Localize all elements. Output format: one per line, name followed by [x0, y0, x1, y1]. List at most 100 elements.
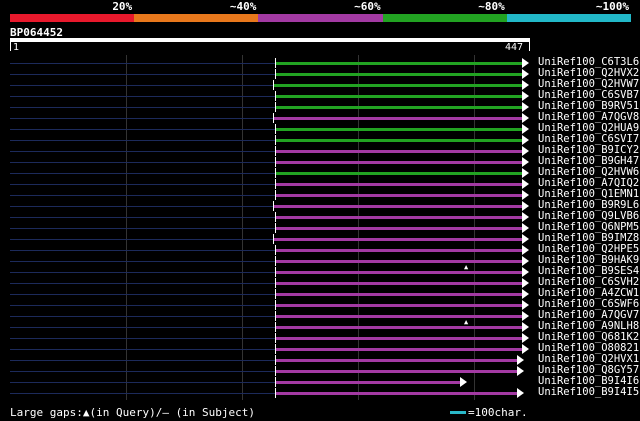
hit-bar[interactable]	[275, 139, 523, 142]
scale-bar	[450, 411, 466, 414]
unaligned-region	[10, 239, 273, 240]
legend-swatch	[382, 14, 507, 22]
legend-label: ~60%	[354, 0, 381, 13]
hit-label[interactable]: UniRef100_B9I4I5	[538, 386, 639, 398]
hit-bar[interactable]	[275, 359, 518, 362]
gaps-legend: Large gaps:▲(in Query)/— (in Subject)	[10, 406, 256, 419]
hit-bar[interactable]	[275, 370, 518, 373]
hit-bar[interactable]	[273, 238, 523, 241]
hit-end-arrow-icon	[522, 102, 529, 112]
identity-legend-bar	[10, 14, 632, 22]
scale-label: =100char.	[468, 406, 528, 419]
hit-end-arrow-icon	[522, 113, 529, 123]
hit-end-arrow-icon	[522, 267, 529, 277]
legend-label: 20%	[112, 0, 133, 13]
unaligned-region	[10, 206, 273, 207]
hit-bar[interactable]	[275, 337, 523, 340]
hit-bar[interactable]	[273, 117, 523, 120]
hit-bar[interactable]	[275, 150, 523, 153]
query-gap-marker-icon: ▲	[464, 318, 469, 326]
hit-bar[interactable]	[275, 227, 523, 230]
unaligned-region	[10, 184, 275, 185]
hit-bar[interactable]	[275, 62, 523, 65]
unaligned-region	[10, 217, 275, 218]
identity-legend-labels: 20% ~40% ~60% ~80% ~100%	[10, 0, 631, 14]
hit-bar[interactable]	[275, 183, 523, 186]
ruler-end-tick	[529, 42, 530, 51]
hit-end-arrow-icon	[516, 355, 524, 365]
legend-swatch	[506, 14, 632, 22]
unaligned-region	[10, 140, 275, 141]
hit-bar[interactable]	[275, 106, 523, 109]
hit-end-arrow-icon	[516, 366, 524, 376]
hit-end-arrow-icon	[522, 333, 529, 343]
unaligned-region	[10, 283, 275, 284]
unaligned-region	[10, 129, 275, 130]
hit-row[interactable]: UniRef100_B9I4I5	[0, 386, 640, 399]
hit-end-arrow-icon	[459, 377, 467, 387]
unaligned-region	[10, 272, 275, 273]
hit-end-arrow-icon	[522, 223, 529, 233]
unaligned-region	[10, 63, 275, 64]
unaligned-region	[10, 96, 275, 97]
hit-end-arrow-icon	[522, 322, 529, 332]
hit-bar[interactable]	[275, 216, 523, 219]
hit-bar[interactable]	[275, 260, 523, 263]
hit-bar[interactable]	[273, 84, 523, 87]
hit-end-arrow-icon	[522, 91, 529, 101]
hit-end-arrow-icon	[522, 256, 529, 266]
hit-bar[interactable]	[275, 172, 523, 175]
hit-bar[interactable]	[275, 95, 523, 98]
unaligned-region	[10, 327, 275, 328]
hit-bar[interactable]	[275, 315, 523, 318]
hit-bar[interactable]	[273, 205, 523, 208]
query-ruler	[10, 38, 530, 42]
unaligned-region	[10, 85, 273, 86]
unaligned-region	[10, 294, 275, 295]
unaligned-region	[10, 228, 275, 229]
hit-bar[interactable]	[275, 304, 523, 307]
hit-bar[interactable]	[275, 128, 523, 131]
ruler-start-tick	[10, 42, 11, 51]
hit-bar[interactable]	[275, 326, 523, 329]
hit-bar[interactable]	[275, 282, 523, 285]
unaligned-region	[10, 371, 275, 372]
hit-bar[interactable]	[275, 348, 523, 351]
unaligned-region	[10, 173, 275, 174]
hit-end-arrow-icon	[522, 80, 529, 90]
legend-label: ~80%	[478, 0, 505, 13]
hit-bar[interactable]	[275, 271, 523, 274]
hit-bar[interactable]	[275, 381, 461, 384]
unaligned-region	[10, 74, 275, 75]
unaligned-region	[10, 382, 275, 383]
unaligned-region	[10, 118, 273, 119]
hit-end-arrow-icon	[522, 69, 529, 79]
unaligned-region	[10, 261, 275, 262]
hit-end-arrow-icon	[522, 212, 529, 222]
hit-end-arrow-icon	[522, 179, 529, 189]
unaligned-region	[10, 250, 275, 251]
legend-label: ~40%	[229, 0, 257, 13]
unaligned-region	[10, 195, 275, 196]
unaligned-region	[10, 316, 275, 317]
unaligned-region	[10, 349, 275, 350]
hit-bar[interactable]	[275, 161, 523, 164]
hit-end-arrow-icon	[522, 300, 529, 310]
hit-end-arrow-icon	[522, 146, 529, 156]
unaligned-region	[10, 393, 275, 394]
hit-end-arrow-icon	[522, 289, 529, 299]
hit-end-arrow-icon	[522, 344, 529, 354]
unaligned-region	[10, 162, 275, 163]
hit-end-arrow-icon	[522, 157, 529, 167]
hit-bar[interactable]	[275, 194, 523, 197]
legend-label: ~100%	[595, 0, 629, 13]
unaligned-region	[10, 338, 275, 339]
hit-bar[interactable]	[275, 293, 523, 296]
hit-bar[interactable]	[275, 392, 518, 395]
hit-bar[interactable]	[275, 73, 523, 76]
unaligned-region	[10, 360, 275, 361]
hit-end-arrow-icon	[522, 201, 529, 211]
hit-bar[interactable]	[275, 249, 523, 252]
hit-end-arrow-icon	[522, 234, 529, 244]
ruler-end-label: 447	[505, 42, 524, 53]
